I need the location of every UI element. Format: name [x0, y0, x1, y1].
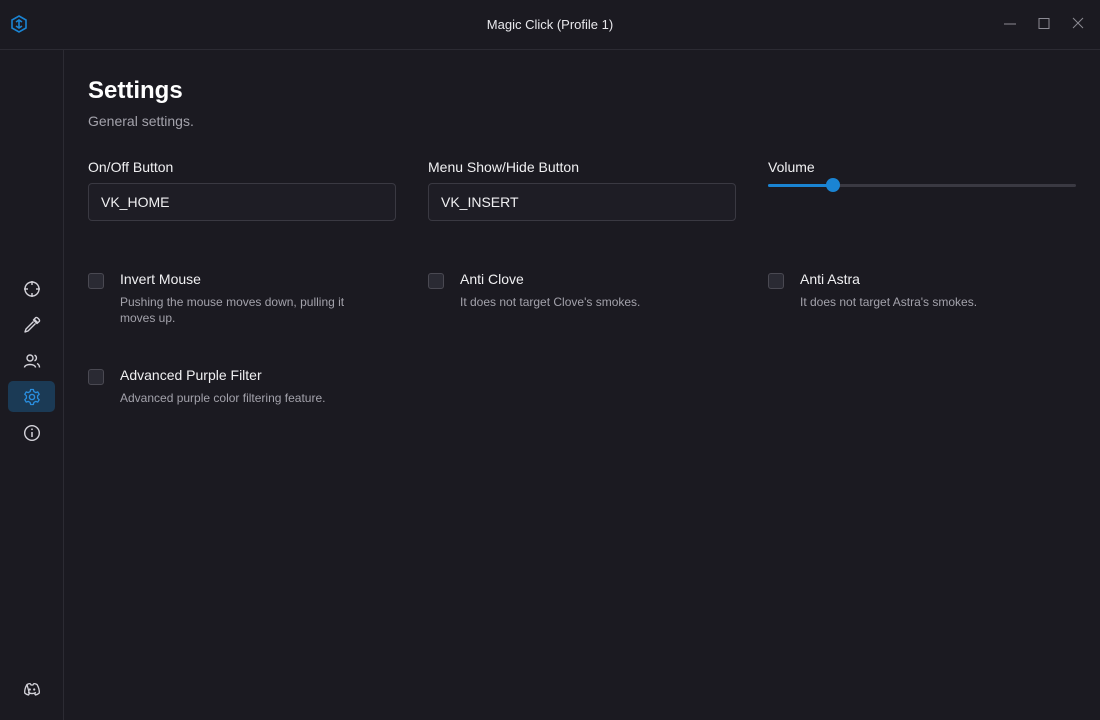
users-icon [23, 353, 40, 368]
onoff-button-label: On/Off Button [88, 159, 174, 175]
sidebar-item-about[interactable] [8, 417, 55, 448]
anti-astra-label: Anti Astra [800, 271, 860, 287]
menu-button-input[interactable] [428, 183, 736, 221]
page-title: Settings [88, 77, 183, 104]
title-bar: Magic Click (Profile 1) [0, 0, 1100, 50]
sidebar-item-settings[interactable] [8, 381, 55, 412]
anti-clove-checkbox[interactable] [428, 273, 444, 289]
minimize-icon[interactable] [1000, 14, 1020, 34]
anti-astra-description: It does not target Astra's smokes. [800, 295, 978, 309]
invert-mouse-label: Invert Mouse [120, 271, 201, 287]
volume-slider-thumb[interactable] [825, 178, 840, 192]
window-title: Magic Click (Profile 1) [486, 17, 614, 32]
sidebar-item-color[interactable] [8, 309, 55, 340]
advanced-purple-filter-checkbox[interactable] [88, 369, 104, 385]
volume-slider[interactable] [768, 178, 1076, 192]
volume-slider-fill [768, 184, 833, 187]
onoff-button-input[interactable] [88, 183, 396, 221]
anti-clove-description: It does not target Clove's smokes. [460, 295, 641, 309]
crosshair-icon [23, 280, 40, 297]
gear-icon [23, 388, 40, 405]
sidebar-item-aim[interactable] [8, 273, 55, 304]
sidebar-item-discord[interactable] [8, 673, 55, 704]
invert-mouse-description: Pushing the mouse moves down, pulling it… [120, 295, 345, 325]
sidebar [0, 50, 64, 720]
discord-icon [23, 682, 40, 696]
advanced-purple-filter-label: Advanced Purple Filter [120, 367, 262, 383]
eyedropper-icon [23, 316, 40, 333]
advanced-purple-filter-description: Advanced purple color filtering feature. [120, 391, 326, 405]
menu-button-label: Menu Show/Hide Button [428, 159, 579, 175]
anti-clove-label: Anti Clove [460, 271, 524, 287]
sidebar-item-profiles[interactable] [8, 345, 55, 376]
volume-label: Volume [768, 159, 815, 175]
anti-astra-checkbox[interactable] [768, 273, 784, 289]
maximize-icon[interactable] [1034, 14, 1054, 34]
info-icon [23, 424, 40, 441]
close-icon[interactable] [1068, 14, 1088, 34]
invert-mouse-checkbox[interactable] [88, 273, 104, 289]
page-subtitle: General settings. [88, 113, 194, 129]
